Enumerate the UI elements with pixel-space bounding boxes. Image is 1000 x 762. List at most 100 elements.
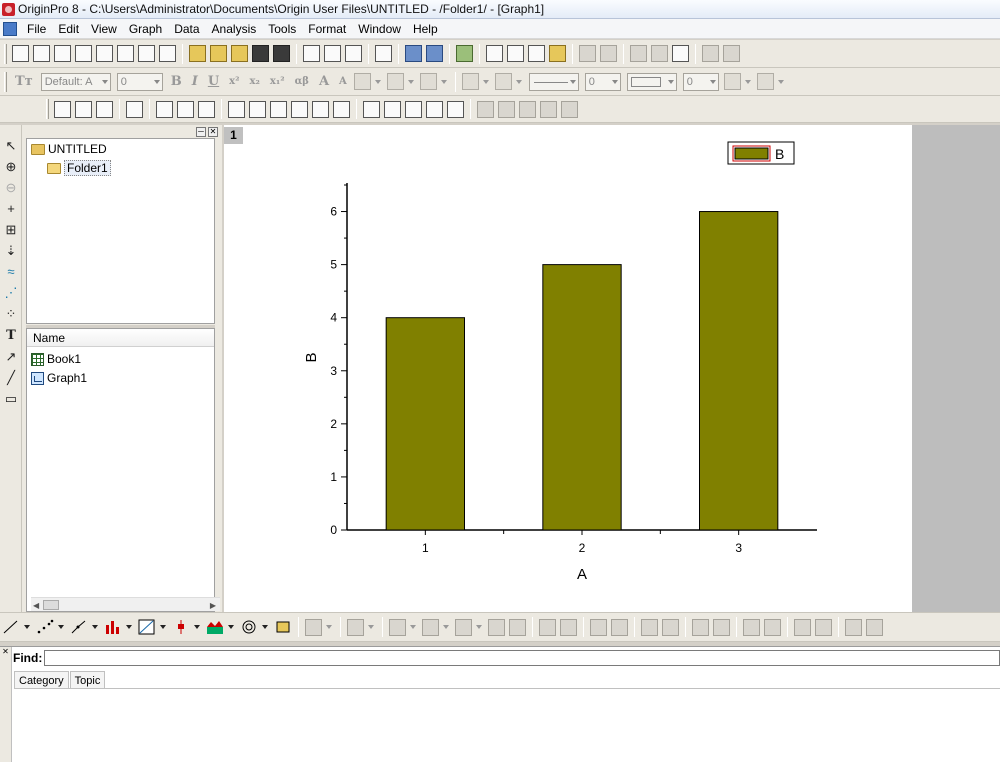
menu-data[interactable]: Data — [168, 19, 205, 39]
menu-edit[interactable]: Edit — [52, 19, 85, 39]
list-item[interactable]: Book1 — [31, 352, 81, 366]
axis-red-icon[interactable] — [333, 100, 350, 118]
italic-button[interactable]: I — [192, 74, 198, 89]
new-graph-icon[interactable] — [75, 45, 92, 62]
tab-topic[interactable]: Topic — [69, 671, 106, 688]
chevron-down-icon[interactable] — [326, 625, 332, 629]
fit-icon[interactable] — [866, 618, 883, 636]
send-back-icon[interactable] — [764, 618, 781, 636]
add-legend-icon[interactable] — [384, 100, 401, 118]
swap-mask-icon[interactable] — [561, 100, 578, 118]
grid-lines-icon[interactable] — [363, 100, 380, 118]
open-excel-icon[interactable] — [231, 45, 248, 62]
pointer-icon[interactable]: ↖ — [2, 137, 20, 155]
line-style-combo[interactable] — [528, 72, 579, 91]
menu-file[interactable]: File — [21, 19, 52, 39]
menu-tools[interactable]: Tools — [262, 19, 302, 39]
underline-button[interactable]: U — [208, 74, 219, 89]
chevron-down-icon[interactable] — [515, 79, 522, 84]
menu-view[interactable]: View — [85, 19, 123, 39]
whole-page-icon[interactable] — [96, 100, 113, 118]
chevron-down-icon[interactable] — [744, 79, 751, 84]
tree-item-folder1[interactable]: Folder1 — [47, 160, 111, 176]
align-top-icon[interactable] — [590, 618, 607, 636]
ungroup-icon[interactable] — [815, 618, 832, 636]
layer-1-icon[interactable] — [156, 100, 173, 118]
list-item[interactable]: Graph1 — [31, 371, 87, 385]
supersubscript-button[interactable]: x₁² — [270, 76, 285, 87]
chevron-down-icon[interactable] — [194, 625, 200, 629]
3d-scatter-icon[interactable] — [389, 618, 406, 636]
area-plot-icon[interactable] — [138, 619, 156, 635]
results-log-icon[interactable] — [486, 45, 503, 62]
new-project-icon[interactable] — [12, 45, 29, 62]
scatter-plot-icon[interactable] — [36, 619, 54, 635]
new-excel-icon[interactable] — [54, 45, 71, 62]
code-builder-gear-icon[interactable] — [549, 45, 566, 62]
import-ascii-icon[interactable] — [324, 45, 341, 62]
font-color-icon[interactable] — [419, 73, 437, 90]
data-reader-icon[interactable]: ⇣ — [2, 242, 20, 260]
add-table-icon[interactable] — [447, 100, 464, 118]
align-left-icon[interactable] — [539, 618, 556, 636]
image-plot-icon[interactable] — [488, 618, 505, 636]
menu-format[interactable]: Format — [302, 19, 352, 39]
list-column-name[interactable]: Name — [27, 329, 214, 347]
screen-reader-icon[interactable]: + — [2, 200, 20, 218]
polar-plot-icon[interactable] — [240, 619, 258, 635]
chevron-down-icon[interactable] — [24, 625, 30, 629]
origin-app-icon[interactable] — [2, 2, 15, 16]
contour-plot-icon[interactable] — [206, 619, 224, 635]
date-time-icon[interactable] — [426, 100, 443, 118]
plot-area[interactable]: 0 1 2 3 4 5 6 1 2 3 A B — [303, 183, 817, 583]
chevron-down-icon[interactable] — [368, 625, 374, 629]
toolbar-grip[interactable] — [4, 71, 7, 92]
align-middle-icon[interactable] — [662, 618, 679, 636]
error-bar-icon[interactable] — [172, 619, 190, 635]
menu-help[interactable]: Help — [407, 19, 444, 39]
zoom-in-icon[interactable] — [54, 100, 71, 118]
rectangle-tool-icon[interactable]: ▭ — [2, 390, 20, 408]
column-plot-icon[interactable] — [104, 619, 122, 635]
menu-window[interactable]: Window — [352, 19, 407, 39]
cut-icon[interactable] — [630, 45, 647, 62]
chevron-down-icon[interactable] — [58, 625, 64, 629]
border-style-combo[interactable] — [626, 72, 677, 91]
chevron-down-icon[interactable] — [262, 625, 268, 629]
code-builder-icon[interactable] — [528, 45, 545, 62]
toolbar-grip[interactable] — [46, 99, 49, 119]
chevron-down-icon[interactable] — [126, 625, 132, 629]
layer-number-tag[interactable]: 1 — [224, 127, 243, 144]
script-window-icon[interactable] — [507, 45, 524, 62]
decrease-font-button[interactable]: A — [339, 76, 347, 87]
legend[interactable]: B — [727, 141, 795, 165]
bring-front-icon[interactable] — [743, 618, 760, 636]
toolbar-grip[interactable] — [4, 43, 7, 64]
close-icon[interactable]: ✕ — [0, 647, 11, 657]
graph-window-icon[interactable] — [3, 21, 17, 36]
chevron-down-icon[interactable] — [476, 625, 482, 629]
fill-color-icon[interactable] — [461, 73, 479, 90]
close-icon[interactable]: ✕ — [208, 126, 218, 137]
superscript-button[interactable]: x² — [229, 76, 239, 87]
paste-icon[interactable] — [672, 45, 689, 62]
chevron-down-icon[interactable] — [482, 79, 489, 84]
draw-data-icon[interactable]: ≈ — [2, 263, 20, 281]
chevron-down-icon[interactable] — [777, 79, 784, 84]
chevron-down-icon[interactable] — [443, 625, 449, 629]
3d-walls-icon[interactable] — [455, 618, 472, 636]
panel-dock-strip[interactable]: ✕ — [0, 647, 12, 762]
3d-bar-icon[interactable] — [347, 618, 364, 636]
add-new-layer-icon[interactable] — [702, 45, 719, 62]
3d-ribbon-icon[interactable] — [422, 618, 439, 636]
line-plot-icon[interactable] — [2, 619, 20, 635]
pin-icon[interactable]: ─ — [196, 126, 206, 137]
line-width-combo[interactable]: 0 — [584, 72, 621, 91]
grid-pattern-icon[interactable] — [756, 73, 774, 90]
mask-point-icon[interactable] — [498, 100, 515, 118]
align-center-icon[interactable] — [641, 618, 658, 636]
menu-analysis[interactable]: Analysis — [206, 19, 263, 39]
chevron-down-icon[interactable] — [374, 79, 381, 84]
import-multiple-ascii-icon[interactable] — [345, 45, 362, 62]
color-scale-icon[interactable] — [405, 100, 422, 118]
